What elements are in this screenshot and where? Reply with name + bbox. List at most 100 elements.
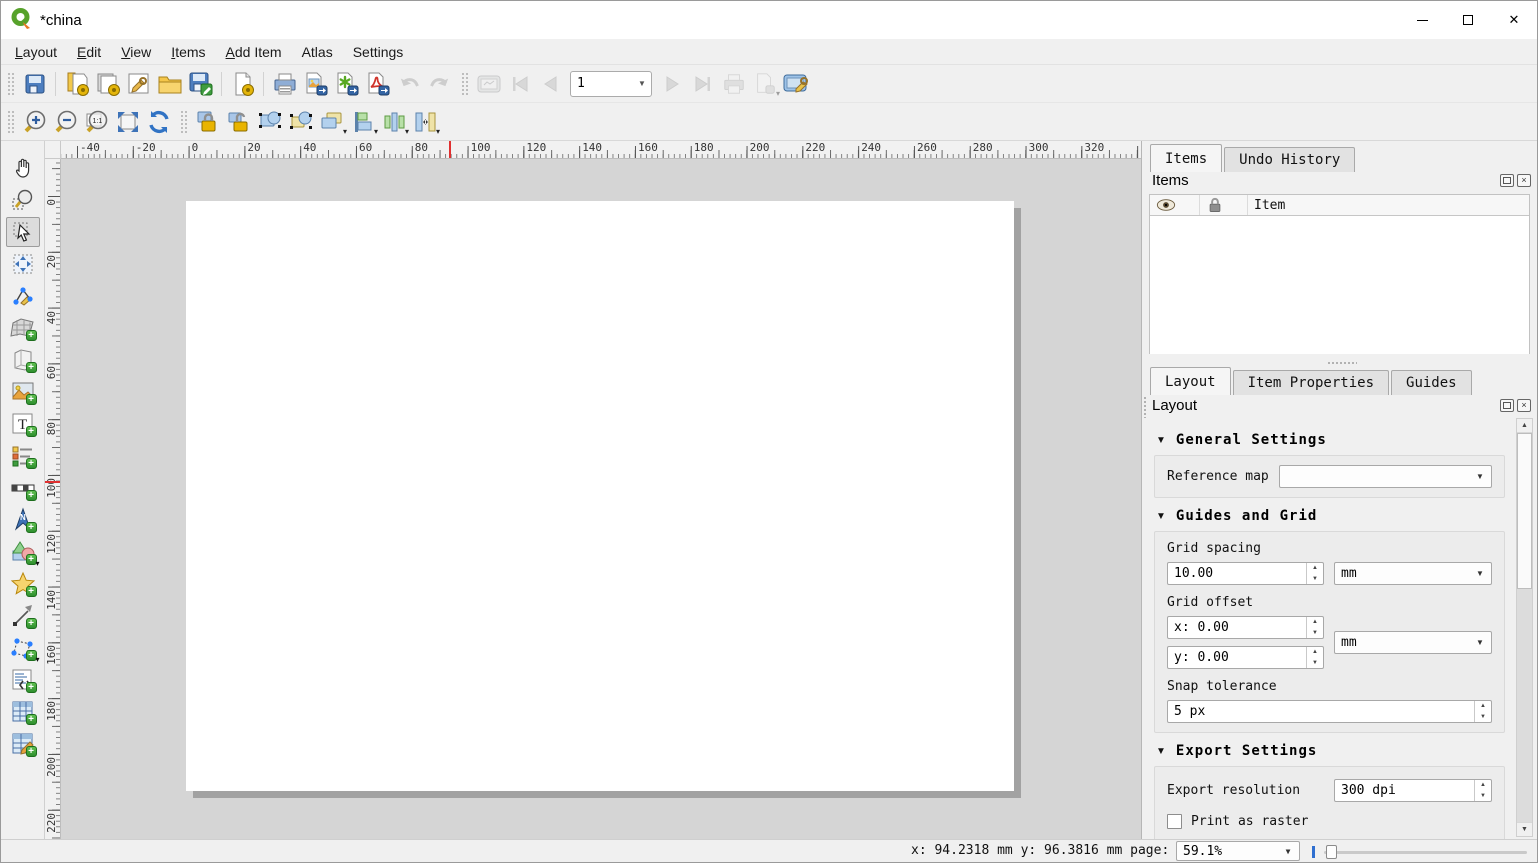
- unlock-all-items-button[interactable]: [223, 106, 254, 137]
- snap-tolerance-spinbox[interactable]: 5 px ▲ ▼: [1167, 700, 1492, 723]
- tab-layout[interactable]: Layout: [1150, 367, 1231, 395]
- save-layout-button[interactable]: [185, 68, 216, 99]
- tab-items[interactable]: Items: [1150, 144, 1223, 172]
- maximize-button[interactable]: [1445, 1, 1491, 39]
- layout-manager-button[interactable]: [123, 68, 154, 99]
- resize-items-button[interactable]: ▾: [409, 106, 440, 137]
- toolbar-grip[interactable]: [461, 71, 468, 96]
- grid-offset-unit-combo[interactable]: mm ▼: [1334, 631, 1492, 654]
- reference-map-combo[interactable]: ▼: [1278, 465, 1492, 488]
- add-label-button[interactable]: T +: [6, 409, 40, 439]
- items-table-body[interactable]: [1150, 216, 1529, 354]
- preview-atlas-button[interactable]: [473, 68, 504, 99]
- scrollbar-track[interactable]: [1517, 433, 1532, 822]
- close-dock-icon[interactable]: ×: [1517, 174, 1531, 187]
- open-layout-button[interactable]: [154, 68, 185, 99]
- add-shape-button[interactable]: + ▾: [6, 537, 40, 568]
- scroll-down-icon[interactable]: ▼: [1517, 822, 1532, 836]
- spin-arrows-icon[interactable]: ▲ ▼: [1306, 563, 1323, 584]
- menu-edit[interactable]: Edit: [67, 41, 111, 63]
- distribute-items-button[interactable]: ▾: [378, 106, 409, 137]
- atlas-next-feature-button[interactable]: [656, 68, 687, 99]
- close-dock-icon[interactable]: ×: [1517, 399, 1531, 412]
- zoom-in-button[interactable]: [19, 106, 50, 137]
- layout-canvas[interactable]: [61, 159, 1141, 839]
- visibility-column-header[interactable]: [1150, 195, 1200, 215]
- undo-button[interactable]: [393, 68, 424, 99]
- layout-panel-scrollbar[interactable]: ▲ ▼: [1516, 418, 1533, 837]
- grid-offset-y-spinbox[interactable]: y: 0.00 ▲ ▼: [1167, 646, 1324, 669]
- export-resolution-spinbox[interactable]: 300 dpi ▲ ▼: [1334, 779, 1492, 802]
- edit-nodes-tool-button[interactable]: [6, 281, 40, 311]
- print-as-raster-checkbox[interactable]: [1167, 814, 1182, 829]
- export-atlas-button[interactable]: ▾: [749, 68, 780, 99]
- invert-selection-button[interactable]: [285, 106, 316, 137]
- save-project-button[interactable]: [19, 68, 50, 99]
- print-button[interactable]: [269, 68, 300, 99]
- add-marker-button[interactable]: +: [6, 569, 40, 599]
- scrollbar-thumb[interactable]: [1517, 433, 1532, 589]
- tab-guides[interactable]: Guides: [1391, 370, 1472, 395]
- layout-page[interactable]: [186, 201, 1014, 791]
- grid-offset-x-spinbox[interactable]: x: 0.00 ▲ ▼: [1167, 616, 1324, 639]
- zoom-tool-button[interactable]: [6, 185, 40, 215]
- section-general-settings[interactable]: ▼ General Settings: [1156, 432, 1505, 448]
- add-legend-button[interactable]: +: [6, 441, 40, 471]
- atlas-settings-button[interactable]: [780, 68, 811, 99]
- zoom-slider-handle[interactable]: [1326, 845, 1337, 859]
- menu-settings[interactable]: Settings: [343, 41, 414, 63]
- spin-arrows-icon[interactable]: ▲ ▼: [1306, 617, 1323, 638]
- add-html-button[interactable]: +: [6, 665, 40, 695]
- add-picture-button[interactable]: +: [6, 377, 40, 407]
- export-pdf-button[interactable]: [362, 68, 393, 99]
- atlas-last-feature-button[interactable]: [687, 68, 718, 99]
- lock-column-header[interactable]: [1200, 195, 1248, 215]
- zoom-slider-track[interactable]: [1324, 851, 1527, 854]
- export-svg-button[interactable]: [331, 68, 362, 99]
- grid-spacing-spinbox[interactable]: 10.00 ▲ ▼: [1167, 562, 1324, 585]
- print-atlas-button[interactable]: [718, 68, 749, 99]
- select-move-item-tool-button[interactable]: [5, 217, 40, 247]
- atlas-previous-feature-button[interactable]: [535, 68, 566, 99]
- toolbar-grip[interactable]: [7, 109, 14, 134]
- refresh-view-button[interactable]: [143, 106, 174, 137]
- float-dock-icon[interactable]: [1500, 174, 1514, 187]
- scroll-up-icon[interactable]: ▲: [1517, 419, 1532, 433]
- lock-selected-items-button[interactable]: [192, 106, 223, 137]
- zoom-slider[interactable]: [1312, 844, 1531, 860]
- section-guides-and-grid[interactable]: ▼ Guides and Grid: [1156, 508, 1505, 524]
- align-items-button[interactable]: ▾: [347, 106, 378, 137]
- menu-layout[interactable]: Layout: [5, 41, 67, 63]
- add-map-button[interactable]: +: [6, 313, 40, 343]
- menu-atlas[interactable]: Atlas: [292, 41, 343, 63]
- minimize-button[interactable]: [1399, 1, 1445, 39]
- menu-view[interactable]: View: [111, 41, 161, 63]
- tab-item-properties[interactable]: Item Properties: [1232, 370, 1390, 395]
- menu-add-item[interactable]: Add Item: [216, 41, 292, 63]
- add-3d-map-button[interactable]: +: [6, 345, 40, 375]
- raise-items-button[interactable]: ▾: [316, 106, 347, 137]
- new-layout-button[interactable]: [61, 68, 92, 99]
- zoom-actual-size-button[interactable]: 1:1: [81, 106, 112, 137]
- toolbar-grip[interactable]: [7, 71, 14, 96]
- section-export-settings[interactable]: ▼ Export Settings: [1156, 743, 1505, 759]
- add-node-item-button[interactable]: + ▾: [6, 633, 40, 664]
- panel-splitter-handle[interactable]: [1143, 396, 1148, 418]
- float-dock-icon[interactable]: [1500, 399, 1514, 412]
- add-north-arrow-button[interactable]: N +: [6, 505, 40, 535]
- atlas-first-feature-button[interactable]: [504, 68, 535, 99]
- menu-items[interactable]: Items: [161, 41, 215, 63]
- close-button[interactable]: ✕: [1491, 1, 1537, 39]
- move-item-content-tool-button[interactable]: [6, 249, 40, 279]
- atlas-page-combo[interactable]: ▼: [570, 70, 652, 97]
- zoom-full-extent-button[interactable]: [112, 106, 143, 137]
- toolbar-grip[interactable]: [180, 109, 187, 134]
- chevron-down-icon[interactable]: ▼: [633, 79, 651, 88]
- tab-undo-history[interactable]: Undo History: [1224, 147, 1356, 172]
- add-scalebar-button[interactable]: +: [6, 473, 40, 503]
- export-image-button[interactable]: [300, 68, 331, 99]
- add-fixed-table-button[interactable]: +: [6, 729, 40, 759]
- pan-tool-button[interactable]: [6, 153, 40, 183]
- spin-arrows-icon[interactable]: ▲ ▼: [1306, 647, 1323, 668]
- redo-button[interactable]: [424, 68, 455, 99]
